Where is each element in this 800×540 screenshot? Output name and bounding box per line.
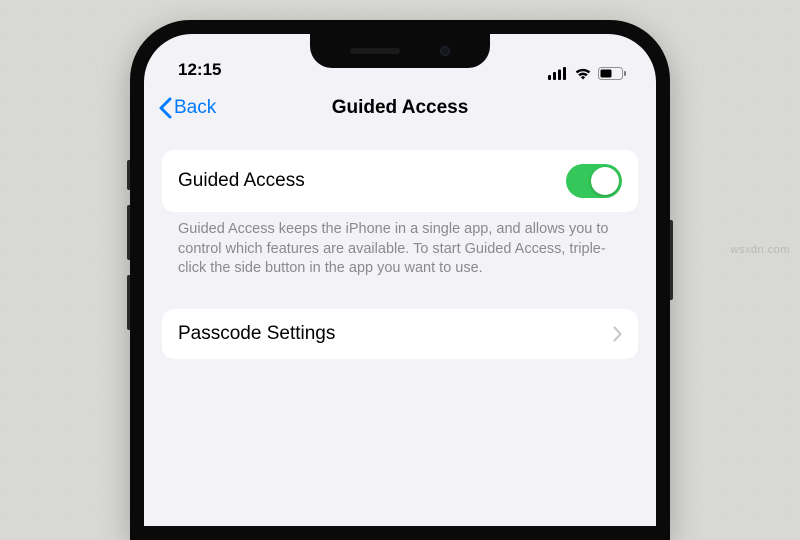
watermark-text: wsxdn.com bbox=[730, 244, 790, 256]
volume-down-button bbox=[127, 275, 130, 330]
volume-up-button bbox=[127, 205, 130, 260]
toggle-knob bbox=[591, 167, 619, 195]
wifi-icon bbox=[574, 67, 592, 80]
guided-access-group: Guided Access Guided Access keeps the iP… bbox=[162, 150, 638, 299]
notch bbox=[310, 34, 490, 68]
nav-bar: Back Guided Access bbox=[144, 84, 656, 132]
back-label: Back bbox=[174, 97, 216, 119]
content: Guided Access Guided Access keeps the iP… bbox=[144, 132, 656, 359]
passcode-group: Passcode Settings bbox=[162, 309, 638, 359]
mute-switch bbox=[127, 160, 130, 190]
passcode-settings-label: Passcode Settings bbox=[178, 323, 335, 345]
guided-access-label: Guided Access bbox=[178, 170, 305, 192]
phone-frame: 12:15 bbox=[130, 20, 670, 540]
speaker bbox=[350, 48, 400, 54]
cellular-icon bbox=[548, 67, 568, 80]
guided-access-toggle-cell[interactable]: Guided Access bbox=[162, 150, 638, 212]
chevron-right-icon bbox=[613, 326, 622, 342]
front-camera bbox=[440, 46, 450, 56]
guided-access-description: Guided Access keeps the iPhone in a sing… bbox=[162, 212, 638, 299]
passcode-settings-cell[interactable]: Passcode Settings bbox=[162, 309, 638, 359]
screen: 12:15 bbox=[144, 34, 656, 526]
page-title: Guided Access bbox=[144, 97, 656, 119]
back-button[interactable]: Back bbox=[158, 97, 216, 119]
battery-icon bbox=[598, 67, 626, 80]
status-right bbox=[548, 67, 626, 80]
side-button bbox=[670, 220, 673, 300]
status-time: 12:15 bbox=[178, 60, 221, 80]
guided-access-toggle[interactable] bbox=[566, 164, 622, 198]
chevron-left-icon bbox=[158, 97, 172, 119]
